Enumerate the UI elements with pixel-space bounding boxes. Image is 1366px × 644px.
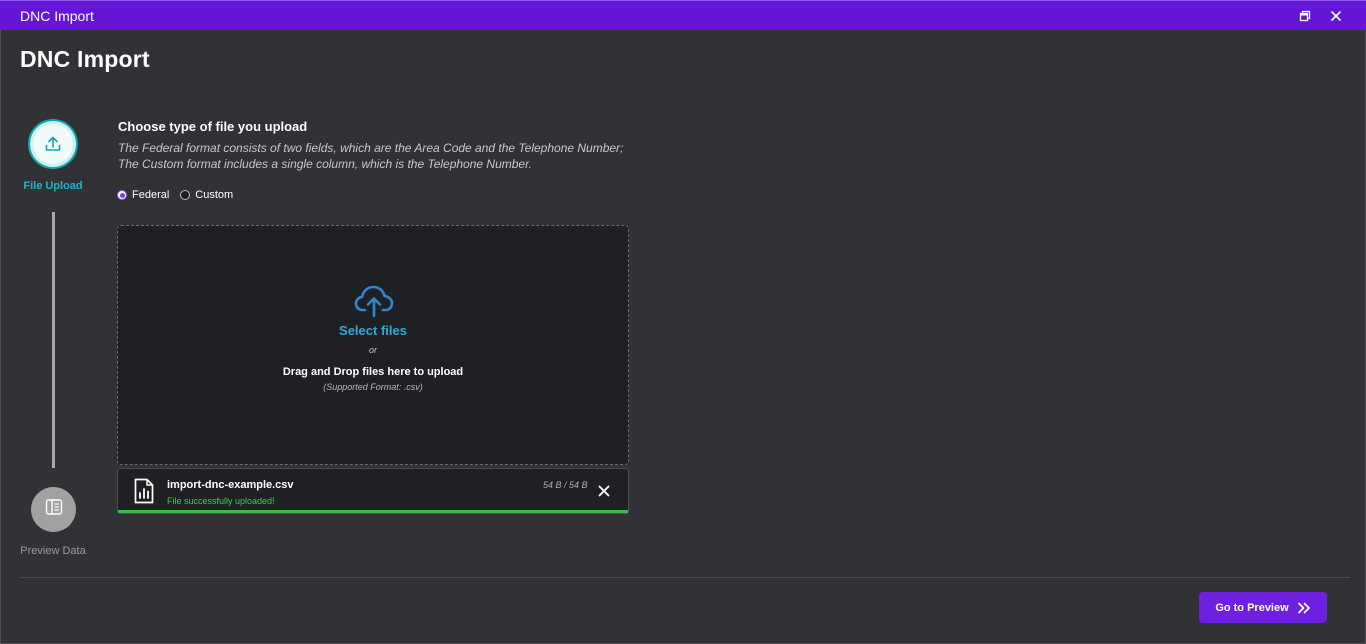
radio-federal[interactable]: Federal [117,189,169,201]
radio-custom-label: Custom [195,189,234,201]
dropzone-or-text: or [368,345,377,355]
page-title: DNC Import [20,46,150,72]
stepper-connector [52,212,55,468]
supported-format-text: (Supported Format: .csv) [323,382,423,392]
close-icon[interactable] [1327,7,1345,25]
step-file-upload-label: File Upload [23,180,83,192]
go-to-preview-label: Go to Preview [1215,601,1289,614]
file-chart-icon [133,478,155,504]
go-to-preview-button[interactable]: Go to Preview [1199,592,1327,623]
format-description-custom: The Custom format includes a single colu… [118,157,532,171]
upload-icon [33,124,73,164]
restore-icon[interactable] [1296,7,1314,25]
remove-file-close-icon[interactable] [596,483,612,499]
file-size: 54 B / 54 B [543,480,588,490]
step-preview-data[interactable] [31,487,76,532]
radio-custom[interactable]: Custom [180,189,233,201]
select-files-link[interactable]: Select files [118,323,628,338]
footer-divider [20,577,1350,578]
section-title: Choose type of file you upload [118,119,308,134]
file-dropzone[interactable]: Select files or Drag and Drop files here… [117,225,629,465]
step-file-upload[interactable] [30,121,76,167]
dropzone-instructions: Drag and Drop files here to upload [282,366,464,378]
file-name: import-dnc-example.csv [167,479,294,491]
radio-federal-label: Federal [132,189,170,201]
upload-progress-fill [118,510,628,513]
uploaded-file-item: import-dnc-example.csv File successfully… [117,468,629,514]
cloud-upload-icon [354,284,394,318]
step-preview-data-label: Preview Data [20,545,86,557]
format-description-federal: The Federal format consists of two field… [118,141,624,155]
radio-federal-control[interactable] [117,190,127,200]
window-title: DNC Import [20,8,94,24]
preview-data-icon [45,498,63,521]
window-titlebar: DNC Import [0,0,1366,30]
file-type-radio-group: Federal Custom [117,189,244,201]
upload-progress-bar [118,510,628,513]
upload-status: File successfully uploaded! [167,496,275,506]
double-chevron-right-icon [1297,602,1311,614]
radio-custom-control[interactable] [180,190,191,200]
